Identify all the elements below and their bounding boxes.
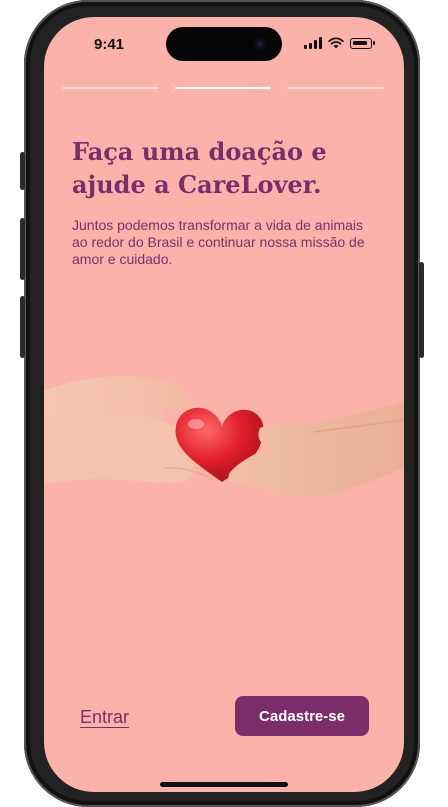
- mute-switch: [20, 152, 25, 190]
- signal-icon: [304, 37, 322, 49]
- power-button: [419, 262, 424, 358]
- onboarding-progress: [62, 87, 385, 89]
- home-indicator[interactable]: [160, 782, 288, 787]
- volume-up-button: [20, 218, 25, 280]
- hands-holding-heart-illustration: [44, 376, 404, 498]
- battery-icon: [350, 37, 375, 49]
- progress-step-2: [174, 87, 272, 89]
- signup-button[interactable]: Cadastre-se: [235, 696, 369, 736]
- progress-step-1: [62, 87, 159, 89]
- status-icons: [304, 37, 375, 49]
- front-camera-icon: [254, 38, 266, 50]
- progress-step-3: [287, 87, 385, 89]
- onboarding-headline: Faça uma doação e ajude a CareLover.: [72, 137, 327, 199]
- wifi-icon: [328, 37, 344, 49]
- onboarding-description: Juntos podemos transformar a vida de ani…: [72, 217, 365, 267]
- status-time: 9:41: [94, 36, 125, 53]
- app-screen: 9:41 Faça uma doação e ajude a CareLover…: [44, 17, 404, 792]
- login-link[interactable]: Entrar: [80, 707, 129, 728]
- dynamic-island: [166, 27, 282, 61]
- volume-down-button: [20, 296, 25, 358]
